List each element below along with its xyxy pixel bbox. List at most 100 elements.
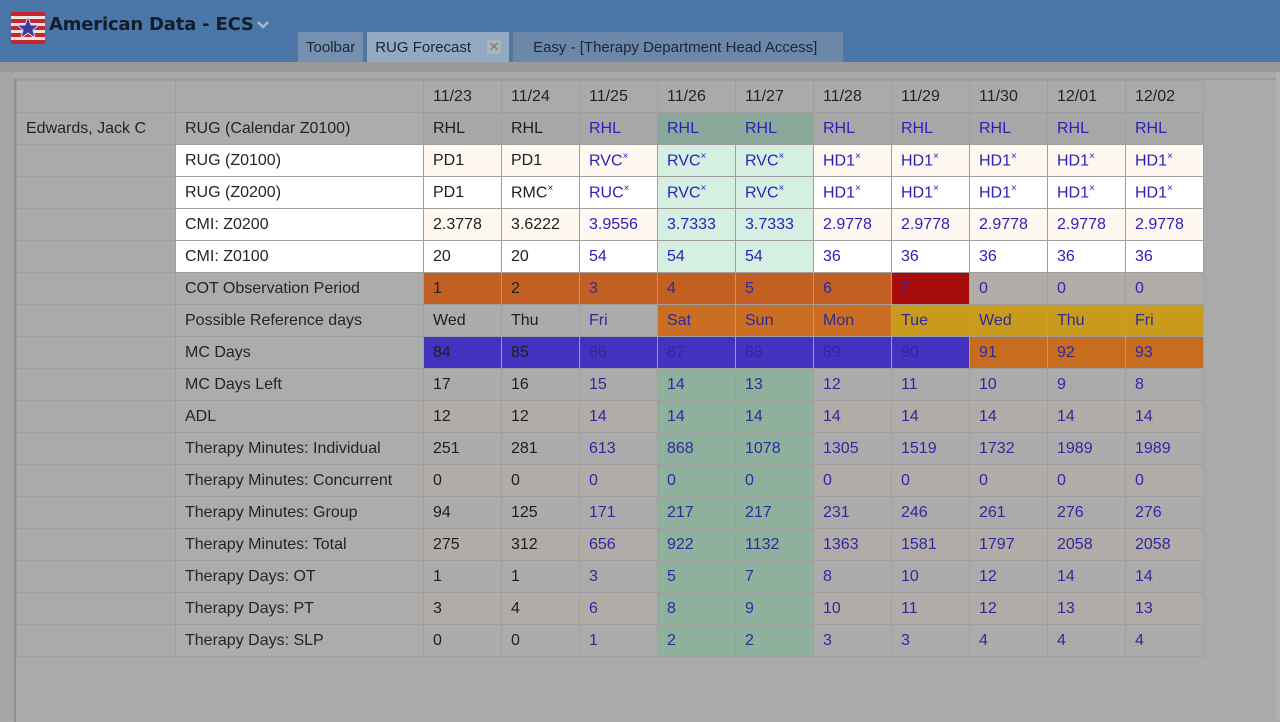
value-cell[interactable]: RVC×: [657, 176, 736, 209]
value-cell[interactable]: 0: [423, 464, 502, 497]
value-cell[interactable]: 0: [1047, 272, 1126, 305]
table-row[interactable]: Edwards, Jack C RUG (Calendar Z0100) RHL RH…: [16, 112, 1204, 145]
value-cell[interactable]: RHL: [1125, 112, 1204, 145]
value-cell[interactable]: 14: [1047, 400, 1126, 433]
table-row[interactable]: MC Days 84 85 86 87 88 89 90 91 92 93: [16, 336, 1204, 369]
date-header[interactable]: 11/27: [735, 80, 814, 113]
value-cell[interactable]: 276: [1125, 496, 1204, 529]
value-cell[interactable]: PD1: [423, 176, 502, 209]
value-cell[interactable]: 14: [735, 400, 814, 433]
table-row[interactable]: MC Days Left 17 16 15 14 13 12 11 10 9 8: [16, 368, 1204, 401]
value-cell[interactable]: HD1×: [1047, 176, 1126, 209]
value-cell[interactable]: 14: [657, 400, 736, 433]
value-cell[interactable]: 1: [423, 272, 502, 305]
value-cell[interactable]: 5: [657, 560, 736, 593]
chevron-down-icon[interactable]: [256, 18, 270, 32]
value-cell[interactable]: RHL: [501, 112, 580, 145]
value-cell[interactable]: 12: [969, 560, 1048, 593]
value-cell[interactable]: HD1×: [969, 176, 1048, 209]
table-row[interactable]: Therapy Minutes: Total 275 312 656 922 1132 13…: [16, 528, 1204, 561]
value-cell[interactable]: 10: [813, 592, 892, 625]
value-cell[interactable]: RVC×: [579, 144, 658, 177]
value-cell[interactable]: HD1×: [891, 176, 970, 209]
value-cell[interactable]: Thu: [501, 304, 580, 337]
value-cell[interactable]: 171: [579, 496, 658, 529]
table-row[interactable]: Therapy Minutes: Group 94 125 171 217 217 231 2…: [16, 496, 1204, 529]
value-cell[interactable]: 4: [501, 592, 580, 625]
value-cell[interactable]: 17: [423, 368, 502, 401]
value-cell[interactable]: 2058: [1125, 528, 1204, 561]
value-cell[interactable]: 217: [657, 496, 736, 529]
table-row[interactable]: Therapy Days: SLP 0 0 1 2 2 3 3 4 4 4: [16, 624, 1204, 657]
value-cell[interactable]: 0: [1125, 464, 1204, 497]
flag-star-icon[interactable]: [11, 12, 45, 44]
table-row[interactable]: CMI: Z0100 20 20 54 54 54 36 36 36 36 36: [16, 240, 1204, 273]
table-row[interactable]: RUG (Z0200) PD1 RMC× RUC× RVC× RVC× HD1× HD1× HD…: [16, 176, 1204, 209]
value-cell[interactable]: 276: [1047, 496, 1126, 529]
value-cell[interactable]: 93: [1125, 336, 1204, 369]
value-cell[interactable]: 3.7333: [735, 208, 814, 241]
value-cell[interactable]: Wed: [969, 304, 1048, 337]
value-cell[interactable]: 12: [423, 400, 502, 433]
value-cell[interactable]: 3: [579, 560, 658, 593]
value-cell[interactable]: RMC×: [501, 176, 580, 209]
value-cell[interactable]: 246: [891, 496, 970, 529]
value-cell[interactable]: 312: [501, 528, 580, 561]
value-cell[interactable]: 0: [813, 464, 892, 497]
table-row[interactable]: Therapy Minutes: Concurrent 0 0 0 0 0 0 0 0 0 0: [16, 464, 1204, 497]
value-cell[interactable]: 14: [813, 400, 892, 433]
value-cell[interactable]: 4: [1047, 624, 1126, 657]
value-cell[interactable]: PD1: [423, 144, 502, 177]
value-cell[interactable]: 275: [423, 528, 502, 561]
value-cell[interactable]: RHL: [1047, 112, 1126, 145]
date-header[interactable]: 12/01: [1047, 80, 1126, 113]
table-row[interactable]: Therapy Minutes: Individual 251 281 613 868 1…: [16, 432, 1204, 465]
value-cell[interactable]: 8: [657, 592, 736, 625]
value-cell[interactable]: 7: [891, 272, 970, 305]
value-cell[interactable]: 0: [501, 464, 580, 497]
value-cell[interactable]: 87: [657, 336, 736, 369]
date-header[interactable]: 11/30: [969, 80, 1048, 113]
value-cell[interactable]: HD1×: [1047, 144, 1126, 177]
value-cell[interactable]: 3: [813, 624, 892, 657]
value-cell[interactable]: 16: [501, 368, 580, 401]
value-cell[interactable]: HD1×: [813, 176, 892, 209]
value-cell[interactable]: 36: [1047, 240, 1126, 273]
value-cell[interactable]: 0: [735, 464, 814, 497]
value-cell[interactable]: 2058: [1047, 528, 1126, 561]
value-cell[interactable]: 9: [1047, 368, 1126, 401]
value-cell[interactable]: 14: [891, 400, 970, 433]
table-row[interactable]: Therapy Days: PT 3 4 6 8 9 10 11 12 13 13: [16, 592, 1204, 625]
value-cell[interactable]: 90: [891, 336, 970, 369]
value-cell[interactable]: 36: [969, 240, 1048, 273]
date-header[interactable]: 12/02: [1125, 80, 1204, 113]
value-cell[interactable]: HD1×: [969, 144, 1048, 177]
value-cell[interactable]: RHL: [579, 112, 658, 145]
date-header[interactable]: 11/23: [423, 80, 502, 113]
value-cell[interactable]: 1797: [969, 528, 1048, 561]
value-cell[interactable]: 3.7333: [657, 208, 736, 241]
value-cell[interactable]: 5: [735, 272, 814, 305]
value-cell[interactable]: 0: [579, 464, 658, 497]
value-cell[interactable]: 281: [501, 432, 580, 465]
value-cell[interactable]: 1: [423, 560, 502, 593]
value-cell[interactable]: 92: [1047, 336, 1126, 369]
value-cell[interactable]: 10: [969, 368, 1048, 401]
value-cell[interactable]: 1519: [891, 432, 970, 465]
value-cell[interactable]: 11: [891, 368, 970, 401]
value-cell[interactable]: RVC×: [735, 144, 814, 177]
value-cell[interactable]: 251: [423, 432, 502, 465]
value-cell[interactable]: 12: [813, 368, 892, 401]
value-cell[interactable]: 84: [423, 336, 502, 369]
value-cell[interactable]: 36: [1125, 240, 1204, 273]
value-cell[interactable]: 2: [657, 624, 736, 657]
value-cell[interactable]: 2.9778: [1125, 208, 1204, 241]
value-cell[interactable]: 1078: [735, 432, 814, 465]
value-cell[interactable]: 8: [813, 560, 892, 593]
value-cell[interactable]: HD1×: [813, 144, 892, 177]
value-cell[interactable]: 0: [1047, 464, 1126, 497]
value-cell[interactable]: 2.3778: [423, 208, 502, 241]
tab-toolbar[interactable]: Toolbar: [297, 31, 365, 62]
value-cell[interactable]: 3: [423, 592, 502, 625]
value-cell[interactable]: 11: [891, 592, 970, 625]
